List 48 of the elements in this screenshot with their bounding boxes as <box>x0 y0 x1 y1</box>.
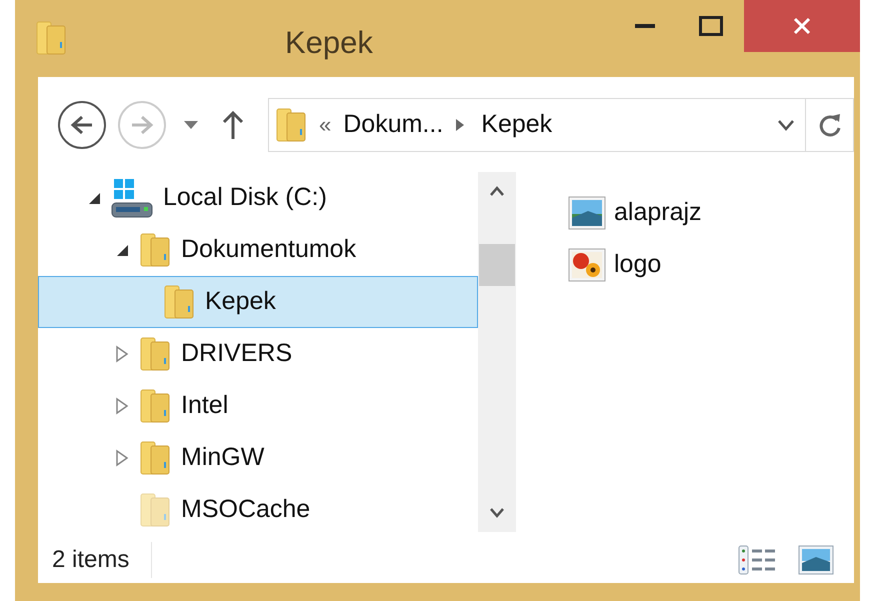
image-file-icon <box>568 196 606 230</box>
tree-item[interactable]: Kepek <box>38 276 478 328</box>
scrollbar[interactable] <box>478 172 516 532</box>
collapsed-arrow-icon[interactable] <box>115 345 129 363</box>
address-bar[interactable]: « Dokum... Kepek <box>268 98 854 152</box>
large-icons-view-icon[interactable] <box>798 545 834 575</box>
right-arrow-icon <box>130 114 154 136</box>
folder-icon <box>163 284 195 320</box>
file-item[interactable]: logo <box>568 248 702 282</box>
up-arrow-icon <box>222 110 244 140</box>
folder-icon <box>35 20 67 56</box>
tree-item[interactable]: Intel <box>38 380 478 432</box>
dropdown-chevron-icon[interactable] <box>777 118 795 130</box>
collapsed-arrow-icon[interactable] <box>115 449 129 467</box>
breadcrumb[interactable]: Dokum... <box>343 106 444 144</box>
folder-icon <box>139 336 171 372</box>
minimize-icon <box>635 24 655 28</box>
scroll-down-icon[interactable] <box>489 508 505 518</box>
item-count: 2 items <box>52 542 152 578</box>
expanded-arrow-icon[interactable] <box>87 191 101 205</box>
folder-icon <box>139 440 171 476</box>
close-icon <box>792 16 812 36</box>
drive-icon <box>111 177 153 219</box>
collapsed-arrow-icon[interactable] <box>115 397 129 415</box>
maximize-icon <box>699 16 723 36</box>
image-file-icon <box>568 248 606 282</box>
file-item[interactable]: alaprajz <box>568 196 702 230</box>
tree-item[interactable]: MSOCache <box>38 484 478 536</box>
folder-icon <box>139 388 171 424</box>
caret-icon <box>184 120 198 128</box>
folder-icon <box>275 106 307 142</box>
details-view-icon[interactable] <box>738 545 778 575</box>
window-title: Kepek <box>285 24 373 62</box>
left-arrow-icon <box>70 114 94 136</box>
tree-item[interactable]: MinGW <box>38 432 478 484</box>
tree-item[interactable]: DRIVERS <box>38 328 478 380</box>
scrollbar-thumb[interactable] <box>479 244 515 286</box>
scroll-up-icon[interactable] <box>489 186 505 196</box>
overflow-chevron[interactable]: « <box>319 108 332 141</box>
folder-icon <box>139 492 171 528</box>
expanded-arrow-icon[interactable] <box>115 243 129 257</box>
tree-item[interactable]: Dokumentumok <box>38 224 478 276</box>
refresh-icon <box>818 112 842 138</box>
breadcrumb-arrow-icon[interactable] <box>455 118 466 132</box>
breadcrumb[interactable]: Kepek <box>481 106 552 144</box>
tree-item[interactable]: Local Disk (C:) <box>38 172 478 224</box>
back-button[interactable] <box>58 100 106 148</box>
folder-icon <box>139 232 171 268</box>
